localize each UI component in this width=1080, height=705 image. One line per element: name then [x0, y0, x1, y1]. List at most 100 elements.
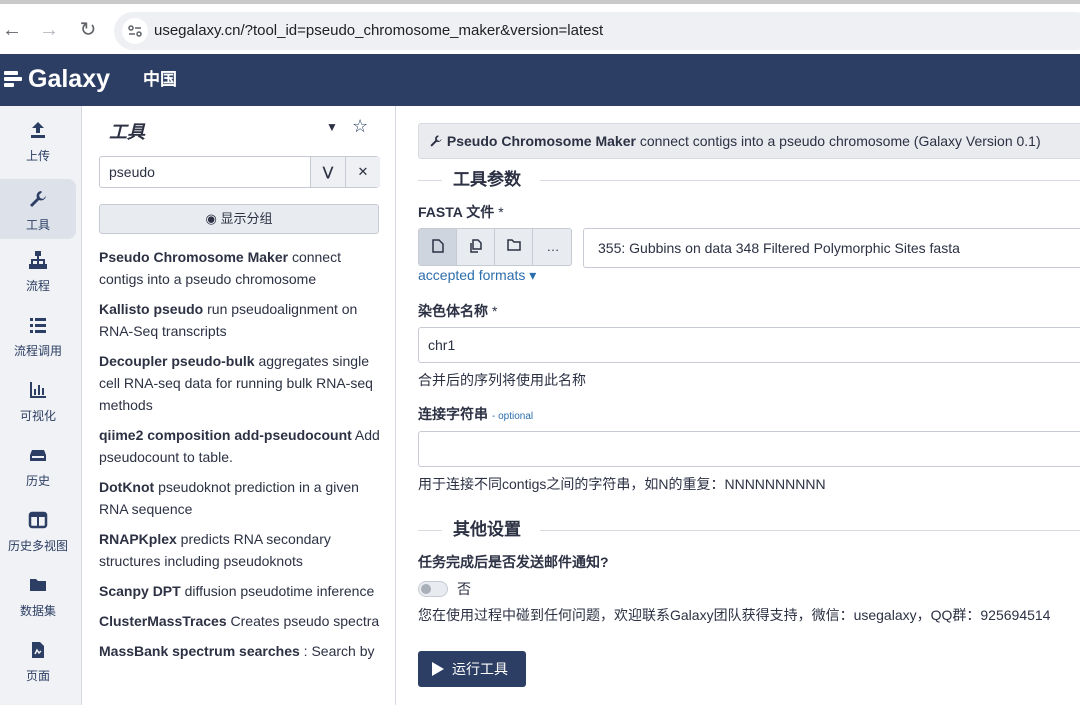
- activity-invocations[interactable]: 流程调用: [0, 305, 76, 365]
- tool-list: Pseudo Chromosome Maker connect contigs …: [99, 246, 384, 670]
- forward-arrow-icon[interactable]: →: [37, 18, 61, 42]
- chrom-name-help: 合并后的序列将使用此名称: [418, 372, 586, 388]
- tool-list-item[interactable]: Scanpy DPT diffusion pseudotime inferenc…: [99, 580, 384, 602]
- activity-workflows[interactable]: 流程: [0, 240, 76, 300]
- activity-label: 可视化: [19, 409, 56, 423]
- input-source-buttons: …: [418, 228, 572, 266]
- support-text: 您在使用过程中碰到任何问题，欢迎联系Galaxy团队获得支持，微信：usegal…: [418, 607, 1051, 623]
- required-mark: *: [492, 303, 498, 319]
- tool-search-input[interactable]: [100, 157, 310, 187]
- required-mark: *: [498, 204, 504, 220]
- tool-header: Pseudo Chromosome Maker connect contigs …: [418, 123, 1080, 159]
- tool-search: ⋁ ✕: [99, 156, 380, 188]
- tool-name: RNAPKplex: [99, 531, 177, 547]
- tool-desc: diffusion pseudotime inference: [180, 583, 375, 599]
- fasta-label: FASTA 文件 *: [418, 204, 504, 220]
- tool-header-name: Pseudo Chromosome Maker: [446, 133, 636, 149]
- chrom-name-label: 染色体名称 *: [418, 303, 498, 319]
- single-dataset-button[interactable]: [419, 229, 457, 265]
- site-settings-icon[interactable]: [122, 18, 148, 44]
- activity-label: 流程调用: [13, 344, 62, 358]
- tool-name: ClusterMassTraces: [99, 613, 227, 629]
- email-notify-toggle[interactable]: [418, 581, 448, 597]
- tool-name: Kallisto pseudo: [99, 301, 204, 317]
- accepted-formats-link[interactable]: accepted formats ▾: [418, 267, 536, 284]
- tool-desc: Creates pseudo spectra: [226, 613, 380, 629]
- folder-icon: [0, 575, 76, 599]
- activity-tools[interactable]: 工具: [0, 179, 76, 239]
- galaxy-masthead: Galaxy 中国: [0, 54, 1080, 106]
- more-options-icon[interactable]: …: [533, 229, 571, 265]
- tool-name: DotKnot: [99, 479, 155, 495]
- tool-list-item[interactable]: Decoupler pseudo-bulk aggregates single …: [99, 350, 384, 416]
- tool-header-desc: connect contigs into a pseudo chromosome…: [635, 133, 1041, 149]
- linker-input[interactable]: [418, 431, 1080, 467]
- activity-label: 历史: [25, 474, 50, 488]
- tool-panel-title: 工具: [109, 122, 145, 142]
- brand-title[interactable]: Galaxy: [28, 54, 110, 104]
- files-icon: [469, 239, 482, 253]
- tool-list-item[interactable]: ClusterMassTraces Creates pseudo spectra: [99, 610, 384, 632]
- activity-upload[interactable]: 上传: [0, 110, 76, 170]
- activity-history[interactable]: 历史: [0, 435, 76, 495]
- tool-form: Pseudo Chromosome Maker connect contigs …: [396, 106, 1080, 705]
- chrom-name-input[interactable]: [418, 327, 1080, 363]
- tool-name: Scanpy DPT: [99, 583, 181, 599]
- tool-panel: 工具 ▼ ☆ ⋁ ✕ ◉ 显示分组 Pseudo Chromosome Make…: [82, 106, 396, 705]
- page-icon: [0, 640, 76, 664]
- section-title: 工具参数: [453, 170, 521, 189]
- activity-label: 流程: [25, 279, 50, 293]
- tool-name: MassBank spectrum searches: [99, 643, 300, 659]
- tool-list-item[interactable]: MassBank spectrum searches : Search by: [99, 640, 384, 662]
- brand-subtitle: 中国: [143, 70, 177, 89]
- tool-list-item[interactable]: qiime2 composition add-pseudocount Add p…: [99, 424, 384, 468]
- wrench-icon: [0, 189, 76, 213]
- upload-icon: [0, 120, 76, 144]
- show-groups-label: 显示分组: [220, 211, 273, 226]
- tool-desc: : Search by: [299, 643, 375, 659]
- run-tool-label: 运行工具: [452, 661, 508, 677]
- email-notify-label: 任务完成后是否发送邮件通知?: [418, 554, 609, 570]
- activity-label: 页面: [25, 669, 50, 683]
- activity-label: 上传: [25, 149, 50, 163]
- email-notify-value: 否: [457, 581, 471, 597]
- columns-icon: [0, 510, 76, 534]
- tool-list-item[interactable]: DotKnot pseudoknot prediction in a given…: [99, 476, 384, 520]
- browser-toolbar: ← → ↻ usegalaxy.cn/?tool_id=pseudo_chrom…: [0, 0, 1080, 54]
- folder-icon: [506, 239, 521, 251]
- caret-down-icon[interactable]: ▼: [326, 120, 338, 134]
- optional-tag: - optional: [492, 411, 534, 422]
- activity-visualize[interactable]: 可视化: [0, 370, 76, 430]
- star-icon[interactable]: ☆: [352, 116, 368, 137]
- close-icon[interactable]: ✕: [345, 157, 380, 187]
- activity-history-multiview[interactable]: 历史多视图: [0, 500, 76, 560]
- collection-button[interactable]: [495, 229, 533, 265]
- show-groups-button[interactable]: ◉ 显示分组: [99, 204, 379, 234]
- tool-name: Decoupler pseudo-bulk: [99, 353, 255, 369]
- activity-datasets[interactable]: 数据集: [0, 565, 76, 625]
- activity-label: 数据集: [19, 604, 56, 618]
- section-other-settings: 其他设置: [418, 518, 1080, 542]
- tool-list-item[interactable]: Pseudo Chromosome Maker connect contigs …: [99, 246, 384, 290]
- chart-icon: [0, 380, 76, 404]
- multiple-datasets-button[interactable]: [457, 229, 495, 265]
- wrench-icon: [429, 133, 443, 149]
- url-text[interactable]: usegalaxy.cn/?tool_id=pseudo_chromosome_…: [154, 12, 603, 50]
- section-tool-params: 工具参数: [418, 168, 1080, 192]
- eye-icon: ◉: [205, 211, 217, 226]
- section-title: 其他设置: [453, 520, 521, 539]
- activity-label: 工具: [25, 218, 50, 232]
- address-bar[interactable]: usegalaxy.cn/?tool_id=pseudo_chromosome_…: [114, 12, 1080, 50]
- activity-pages[interactable]: 页面: [0, 630, 76, 690]
- tool-list-item[interactable]: RNAPKplex predicts RNA secondary structu…: [99, 528, 384, 572]
- fasta-dataset-select[interactable]: 355: Gubbins on data 348 Filtered Polymo…: [583, 228, 1080, 268]
- double-chevron-down-icon[interactable]: ⋁: [310, 157, 345, 187]
- reload-icon[interactable]: ↻: [76, 18, 100, 42]
- history-icon: [0, 445, 76, 469]
- tool-list-item[interactable]: Kallisto pseudo run pseudoalignment on R…: [99, 298, 384, 342]
- back-arrow-icon[interactable]: ←: [0, 18, 24, 42]
- linker-help: 用于连接不同contigs之间的字符串，如N的重复：NNNNNNNNNN: [418, 476, 826, 492]
- galaxy-logo-icon[interactable]: [4, 71, 22, 89]
- tool-name: qiime2 composition add-pseudocount: [99, 427, 352, 443]
- run-tool-button[interactable]: 运行工具: [418, 651, 526, 687]
